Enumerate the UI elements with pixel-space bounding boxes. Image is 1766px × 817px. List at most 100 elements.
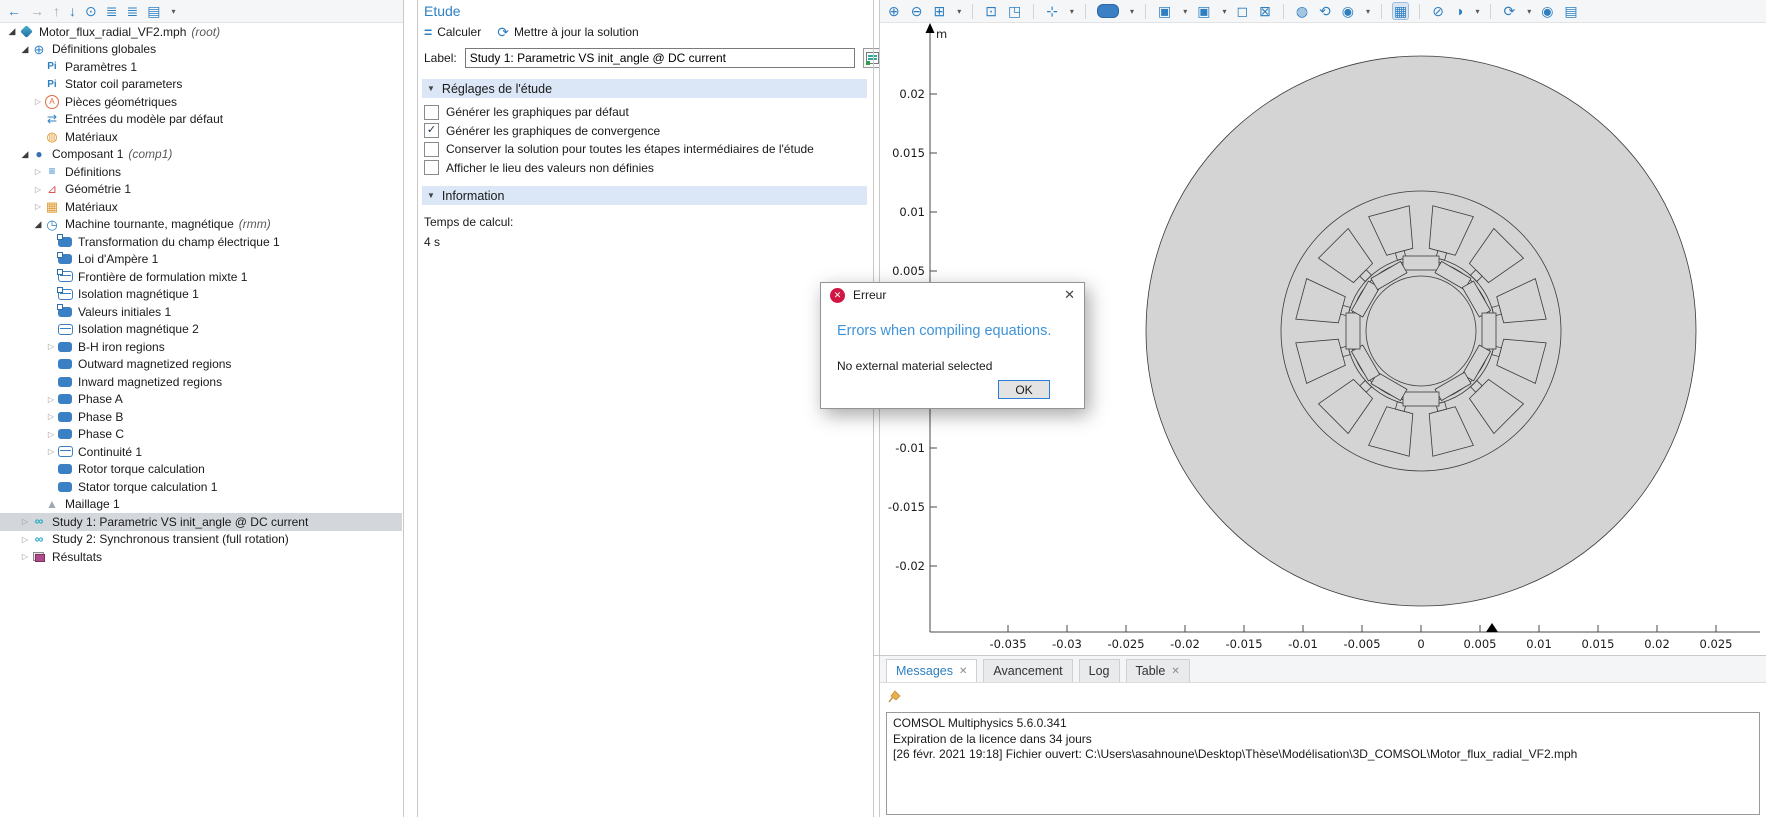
- close-icon[interactable]: ✕: [1064, 287, 1075, 303]
- tree-caret-icon[interactable]: ▷: [19, 517, 31, 526]
- tree-item[interactable]: Inward magnetized regions: [0, 373, 402, 391]
- tab-table[interactable]: Table✕: [1126, 659, 1190, 682]
- zoom-extents-icon[interactable]: ⊡: [984, 3, 998, 19]
- move-down-icon[interactable]: ↓: [69, 4, 76, 18]
- zoom-out-icon[interactable]: ⊖: [910, 3, 924, 19]
- dropdown-caret-icon[interactable]: ▾: [957, 7, 961, 16]
- tree-caret-icon[interactable]: ▷: [19, 535, 31, 544]
- tree-item[interactable]: ▷APièces géométriques: [0, 93, 402, 111]
- reset-view-icon[interactable]: ⟲: [1318, 3, 1332, 19]
- tree-item[interactable]: ◢●Composant 1(comp1): [0, 146, 402, 164]
- zoom-in-icon[interactable]: ⊕: [887, 3, 901, 19]
- show-icon[interactable]: ⊙: [85, 4, 97, 18]
- labels-off-icon[interactable]: ⊘: [1431, 3, 1445, 19]
- forward-icon[interactable]: →: [30, 4, 44, 18]
- update-solution-button[interactable]: ⟳ Mettre à jour la solution: [497, 24, 638, 41]
- tree-item[interactable]: ◢⊕Définitions globales: [0, 41, 402, 59]
- tree-item[interactable]: ◢◷Machine tournante, magnétique(rmm): [0, 216, 402, 234]
- tree-item[interactable]: ▲Maillage 1: [0, 496, 402, 514]
- zoom-box-icon[interactable]: ⊞: [932, 3, 946, 19]
- tree-item[interactable]: ▷▦Matériaux: [0, 198, 402, 216]
- tree-item[interactable]: Stator torque calculation 1: [0, 478, 402, 496]
- tree-caret-icon[interactable]: ◢: [19, 44, 31, 55]
- ok-button[interactable]: OK: [998, 380, 1050, 399]
- show-hidden-icon[interactable]: ◉: [1341, 3, 1355, 19]
- messages-log[interactable]: COMSOL Multiphysics 5.6.0.341Expiration …: [886, 712, 1760, 815]
- node-label-icon[interactable]: ▤: [147, 4, 160, 18]
- checkbox-checked[interactable]: ✓: [424, 123, 439, 138]
- tree-caret-icon[interactable]: ◢: [6, 26, 18, 37]
- error-dialog-titlebar[interactable]: ✕ Erreur ✕: [821, 283, 1084, 307]
- tab-avancement[interactable]: Avancement: [983, 659, 1072, 682]
- tree-caret-icon[interactable]: ▷: [32, 167, 44, 176]
- dropdown-caret-icon[interactable]: ▾: [1222, 7, 1226, 16]
- tree-item[interactable]: ▷Phase C: [0, 426, 402, 444]
- tree-item[interactable]: Isolation magnétique 1: [0, 286, 402, 304]
- dropdown-caret-icon[interactable]: ▾: [1183, 7, 1187, 16]
- tree-caret-icon[interactable]: ▷: [45, 430, 57, 439]
- tree-caret-icon[interactable]: ▷: [32, 185, 44, 194]
- expand-all-icon[interactable]: ≣: [126, 4, 138, 18]
- image-snapshot-icon[interactable]: ▣: [1157, 3, 1172, 19]
- print-icon[interactable]: ▤: [1563, 3, 1578, 19]
- collapse-all-icon[interactable]: ≣: [106, 4, 118, 18]
- camera-icon[interactable]: ◉: [1540, 3, 1554, 19]
- tab-close-icon[interactable]: ✕: [959, 666, 967, 677]
- tree-item[interactable]: Outward magnetized regions: [0, 356, 402, 374]
- tree-caret-icon[interactable]: ▷: [45, 412, 57, 421]
- update-view-icon[interactable]: ⟳: [1502, 3, 1516, 19]
- tree-item[interactable]: ▷≡Définitions: [0, 163, 402, 181]
- tree-item[interactable]: ▷B-H iron regions: [0, 338, 402, 356]
- tree-item[interactable]: Valeurs initiales 1: [0, 303, 402, 321]
- section-header-information[interactable]: ▼ Information: [422, 186, 867, 205]
- deselect-box-icon[interactable]: ⊠: [1258, 3, 1272, 19]
- appearance-swatch-icon[interactable]: [1097, 4, 1119, 18]
- tree-caret-icon[interactable]: ▷: [32, 202, 44, 211]
- dropdown-caret-icon[interactable]: ▾: [1366, 7, 1370, 16]
- grid-icon[interactable]: ▦: [1393, 3, 1408, 19]
- clear-messages-icon[interactable]: [886, 688, 902, 704]
- study-label-input[interactable]: [465, 48, 855, 68]
- tree-item[interactable]: ▷∞Study 2: Synchronous transient (full r…: [0, 531, 402, 549]
- image-export-icon[interactable]: ▣: [1196, 3, 1211, 19]
- tab-messages[interactable]: Messages✕: [886, 659, 977, 682]
- zoom-selected-icon[interactable]: ◳: [1007, 3, 1022, 19]
- tree-caret-icon[interactable]: ▷: [32, 97, 44, 106]
- checkbox[interactable]: [424, 142, 439, 157]
- checkbox[interactable]: [424, 105, 439, 120]
- section-header-study-settings[interactable]: ▼ Réglages de l'étude: [422, 79, 867, 98]
- back-icon[interactable]: ←: [7, 4, 21, 18]
- tree-caret-icon[interactable]: ◢: [19, 149, 31, 160]
- checkbox[interactable]: [424, 160, 439, 175]
- tree-item[interactable]: ▷Phase B: [0, 408, 402, 426]
- tree-caret-icon[interactable]: ◢: [32, 219, 44, 230]
- dropdown-caret-icon[interactable]: ▾: [1475, 7, 1479, 16]
- tab-close-icon[interactable]: ✕: [1171, 666, 1179, 677]
- tree-item[interactable]: ▷∞Study 1: Parametric VS init_angle @ DC…: [0, 513, 402, 531]
- tree-item[interactable]: ▷Continuité 1: [0, 443, 402, 461]
- tab-log[interactable]: Log: [1079, 659, 1120, 682]
- tree-caret-icon[interactable]: ▷: [19, 552, 31, 561]
- tree-item[interactable]: ▷Résultats: [0, 548, 402, 566]
- go-to-view-icon[interactable]: ⊹: [1045, 3, 1059, 19]
- tree-caret-icon[interactable]: ▷: [45, 447, 57, 456]
- tree-item[interactable]: Transformation du champ électrique 1: [0, 233, 402, 251]
- compute-button[interactable]: = Calculer: [424, 24, 481, 40]
- dropdown-caret-icon[interactable]: ▾: [171, 7, 175, 16]
- tree-item[interactable]: ▷⊿Géométrie 1: [0, 181, 402, 199]
- tree-caret-icon[interactable]: ▷: [45, 395, 57, 404]
- move-up-icon[interactable]: ↑: [53, 4, 60, 18]
- tree-item[interactable]: Frontière de formulation mixte 1: [0, 268, 402, 286]
- dropdown-caret-icon[interactable]: ▾: [1130, 7, 1134, 16]
- color-scheme-icon[interactable]: ◑: [1454, 3, 1464, 19]
- tree-item[interactable]: Isolation magnétique 2: [0, 321, 402, 339]
- select-box-icon[interactable]: ◻: [1235, 3, 1249, 19]
- tree-item[interactable]: PiParamètres 1: [0, 58, 402, 76]
- tree-item[interactable]: ◍Matériaux: [0, 128, 402, 146]
- tree-item[interactable]: ⇄Entrées du modèle par défaut: [0, 111, 402, 129]
- tree-item[interactable]: Loi d'Ampère 1: [0, 251, 402, 269]
- tree-item[interactable]: Rotor torque calculation: [0, 461, 402, 479]
- dropdown-caret-icon[interactable]: ▾: [1527, 7, 1531, 16]
- tree-item[interactable]: ◢Motor_flux_radial_VF2.mph(root): [0, 23, 402, 41]
- tree-item[interactable]: ▷Phase A: [0, 391, 402, 409]
